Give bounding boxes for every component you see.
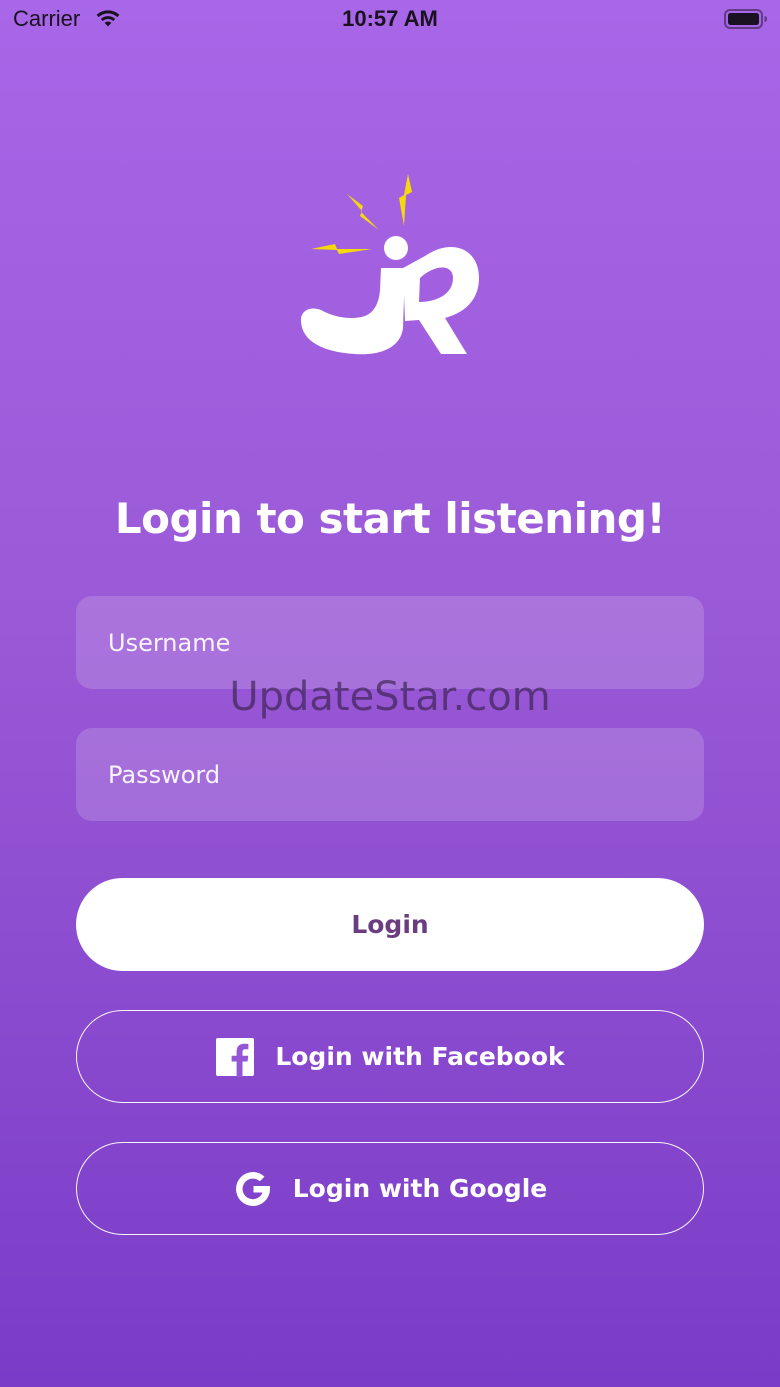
jr-logo-icon	[301, 174, 479, 355]
status-bar: Carrier 10:57 AM	[0, 0, 780, 40]
password-input[interactable]	[106, 759, 674, 790]
password-field[interactable]	[76, 728, 704, 821]
login-google-label: Login with Google	[292, 1174, 548, 1203]
username-input[interactable]	[106, 627, 674, 658]
battery-icon	[724, 9, 767, 29]
username-field[interactable]	[76, 596, 704, 689]
status-clock: 10:57 AM	[342, 6, 438, 31]
google-icon	[235, 1171, 270, 1206]
facebook-icon	[216, 1037, 255, 1077]
login-facebook-button[interactable]: Login with Facebook	[76, 1010, 704, 1103]
login-button[interactable]: Login	[76, 878, 704, 971]
login-facebook-label: Login with Facebook	[275, 1042, 565, 1071]
login-button-label: Login	[351, 910, 429, 939]
page-title: Login to start listening!	[114, 494, 666, 543]
login-google-button[interactable]: Login with Google	[76, 1142, 704, 1235]
